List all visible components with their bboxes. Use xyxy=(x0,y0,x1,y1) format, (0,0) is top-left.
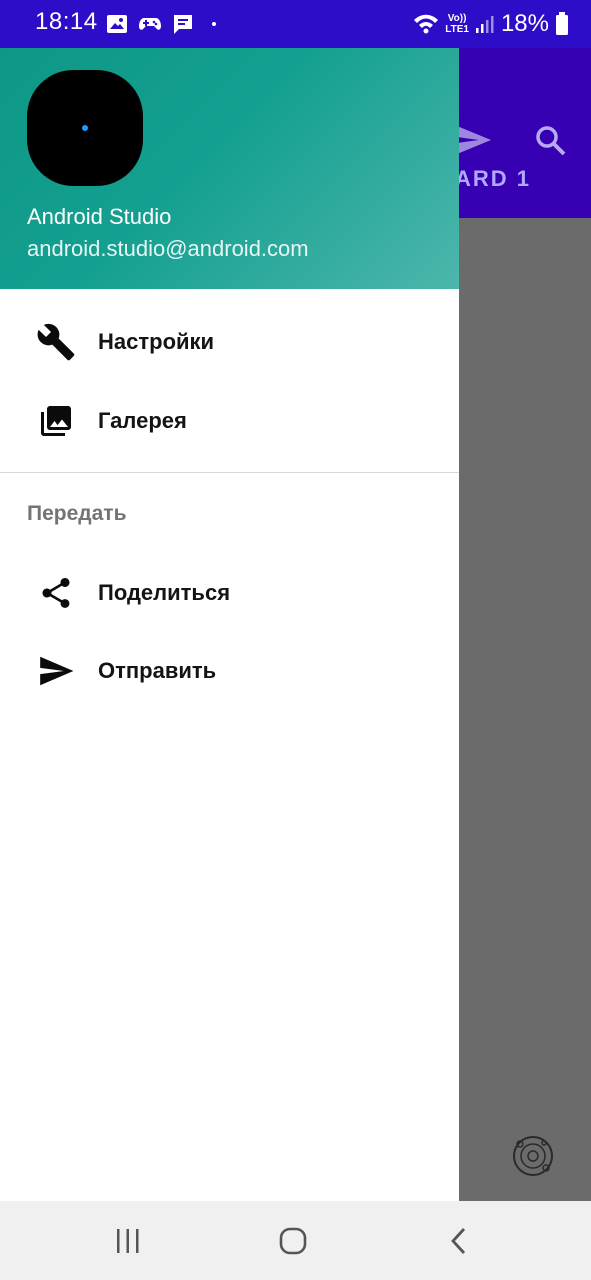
send-icon xyxy=(457,126,491,154)
user-name: Android Studio xyxy=(27,204,172,229)
search-icon xyxy=(536,126,566,156)
status-indicators: Vo)) LTE1 18% xyxy=(413,8,569,40)
section-title: Передать xyxy=(27,502,127,525)
volte-label: Vo)) xyxy=(447,13,467,24)
screen: 18:14 Vo)) LTE1 18% ARD 1 Android Studio… xyxy=(0,0,591,1280)
menu-item-settings[interactable]: Настройки xyxy=(0,303,459,381)
status-bar: 18:14 Vo)) LTE1 18% xyxy=(0,0,591,48)
avatar[interactable] xyxy=(27,70,143,186)
home-icon xyxy=(279,1227,307,1255)
gallery-icon xyxy=(107,15,127,33)
home-button[interactable] xyxy=(273,1225,313,1257)
drawer-header: Android Studio android.studio@android.co… xyxy=(0,48,459,289)
avatar-dot xyxy=(82,125,88,131)
menu-item-send[interactable]: Отправить xyxy=(0,632,459,710)
menu-item-label: Галерея xyxy=(98,408,187,433)
battery-icon xyxy=(556,12,568,35)
navigation-drawer: Android Studio android.studio@android.co… xyxy=(0,48,459,1201)
wrench-icon xyxy=(36,322,76,362)
notification-icons xyxy=(106,12,216,36)
system-navigation-bar xyxy=(0,1201,591,1280)
app-logo-icon xyxy=(511,1134,555,1183)
photo-library-icon xyxy=(36,401,76,441)
menu-item-label: Отправить xyxy=(98,658,217,683)
menu-item-label: Настройки xyxy=(98,329,215,354)
game-controller-icon xyxy=(139,18,161,30)
more-notifications-dot xyxy=(212,22,216,26)
tab-label[interactable]: ARD 1 xyxy=(455,166,531,192)
message-icon xyxy=(174,15,192,34)
send-icon xyxy=(36,651,76,691)
recent-apps-icon xyxy=(117,1229,139,1253)
signal-icon xyxy=(475,16,494,33)
toolbar-search-action[interactable] xyxy=(534,124,566,161)
back-icon xyxy=(451,1228,466,1254)
recent-apps-button[interactable] xyxy=(108,1225,148,1257)
status-time: 18:14 xyxy=(35,8,98,35)
wifi-icon xyxy=(414,14,439,34)
menu-item-share[interactable]: Поделиться xyxy=(0,554,459,632)
user-email: android.studio@android.com xyxy=(27,236,309,261)
back-button[interactable] xyxy=(439,1225,479,1257)
divider xyxy=(0,472,459,473)
menu-item-label: Поделиться xyxy=(98,580,231,605)
network-type: Vo)) LTE1 xyxy=(445,13,469,35)
menu-item-gallery[interactable]: Галерея xyxy=(0,382,459,460)
share-icon xyxy=(36,573,76,613)
toolbar-send-action[interactable] xyxy=(455,124,493,161)
battery-percentage: 18% xyxy=(500,10,549,37)
lte-label: LTE1 xyxy=(445,24,469,35)
